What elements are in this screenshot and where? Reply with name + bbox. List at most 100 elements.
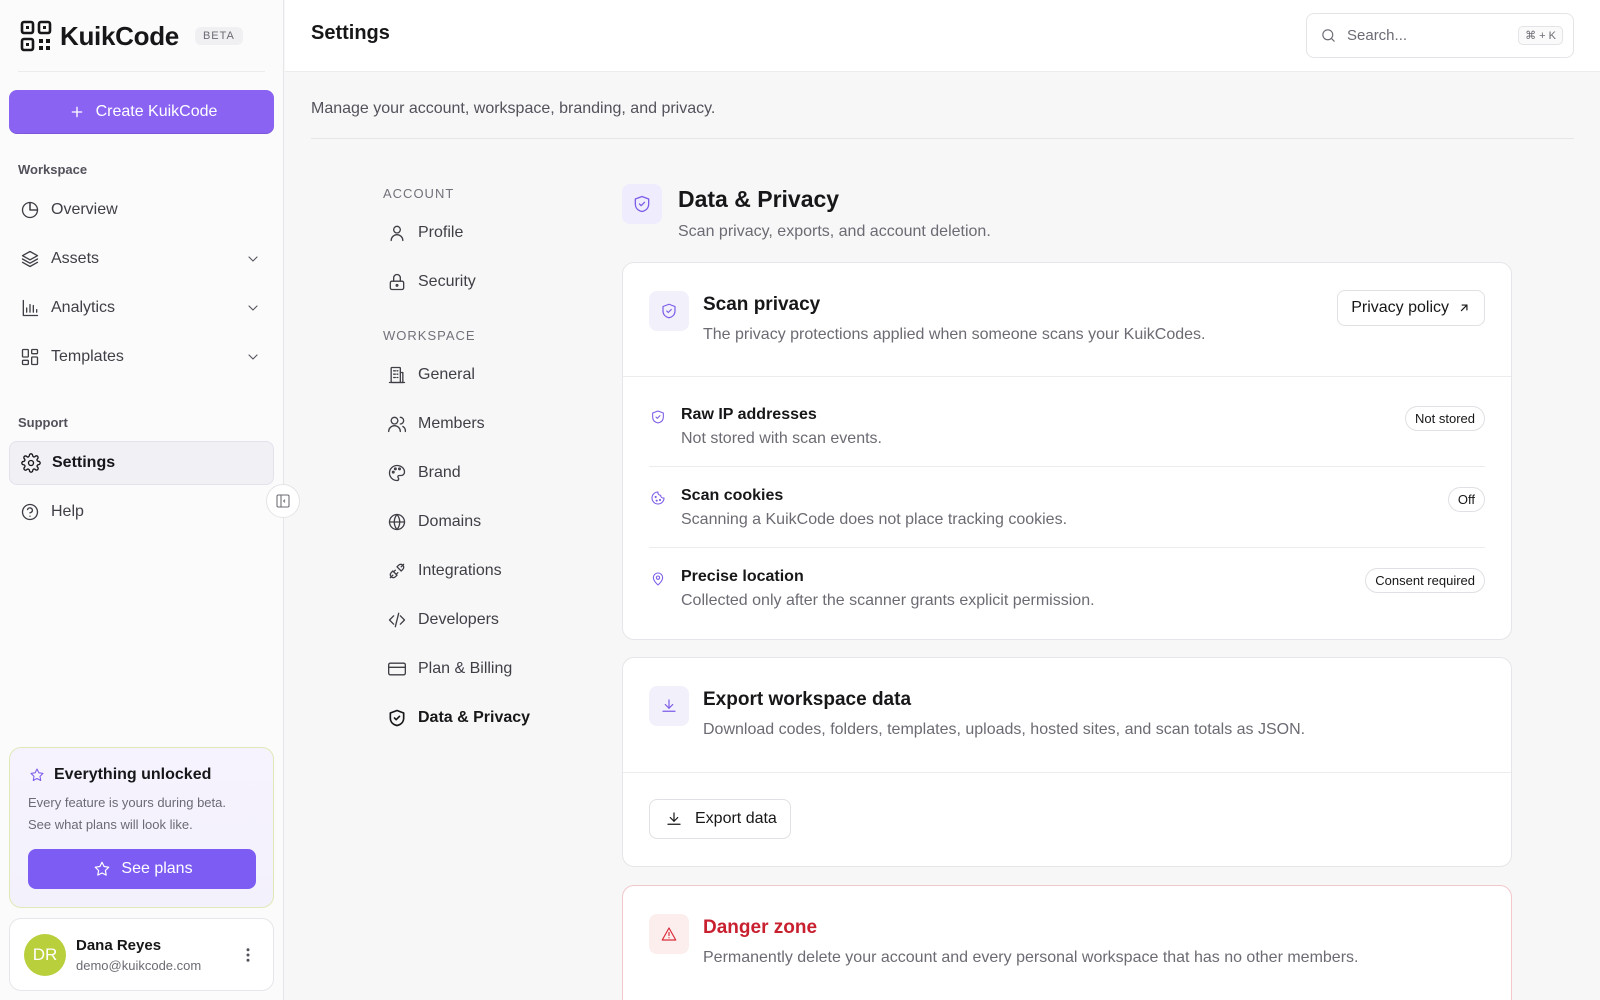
sidebar-item-label: Help: [51, 503, 84, 520]
privacy-row-text: Scan cookies Scanning a KuikCode does no…: [681, 487, 1067, 567]
card-description: Download codes, folders, templates, uplo…: [703, 721, 1306, 738]
search-placeholder: Search...: [1347, 27, 1408, 44]
create-kuikcode-button[interactable]: Create KuikCode: [9, 90, 274, 134]
collapse-sidebar-button[interactable]: [266, 484, 300, 518]
settings-nav-data-privacy[interactable]: Data & Privacy: [386, 702, 530, 734]
main-divider: [311, 138, 1574, 139]
scan-privacy-card: Scan privacy The privacy protections app…: [622, 262, 1512, 640]
sidebar-item-settings[interactable]: Settings: [9, 441, 274, 485]
code-icon: [386, 609, 408, 631]
brand-logo[interactable]: KuikCode BETA: [20, 18, 243, 54]
status-badge: Not stored: [1405, 406, 1485, 431]
sidebar-item-overview[interactable]: Overview: [9, 188, 274, 232]
chevron-down-icon[interactable]: [242, 346, 264, 368]
card-divider: [623, 772, 1511, 773]
promo-line: See what plans will look like.: [28, 817, 193, 832]
export-data-card: Export workspace data Download codes, fo…: [622, 657, 1512, 867]
page-subtitle: Manage your account, workspace, branding…: [311, 100, 716, 117]
settings-nav-label: General: [418, 366, 475, 383]
cookie-icon: [649, 489, 667, 507]
settings-nav-label: Brand: [418, 464, 461, 481]
workspace-nav-section-label: WORKSPACE: [383, 328, 476, 343]
panel-left-icon: [276, 494, 290, 508]
privacy-row-title: Scan cookies: [681, 487, 784, 504]
row-divider: [649, 547, 1485, 548]
section-description: Scan privacy, exports, and account delet…: [678, 223, 991, 240]
privacy-row-description: Not stored with scan events.: [681, 430, 882, 447]
settings-nav-label: Developers: [418, 611, 499, 628]
status-badge: Off: [1447, 487, 1485, 512]
chevron-down-icon[interactable]: [242, 297, 264, 319]
layers-icon: [19, 248, 41, 270]
credit-card-icon: [386, 658, 408, 680]
sidebar-item-label: Overview: [51, 201, 118, 218]
privacy-policy-button[interactable]: Privacy policy: [1337, 290, 1485, 326]
sidebar-item-templates[interactable]: Templates: [9, 335, 274, 379]
sidebar-item-analytics[interactable]: Analytics: [9, 286, 274, 330]
card-header-text: Danger zone Permanently delete your acco…: [703, 914, 1358, 967]
settings-nav-label: Security: [418, 273, 476, 290]
settings-nav-label: Members: [418, 415, 485, 432]
support-section-label: Support: [18, 415, 68, 430]
plug-icon: [386, 560, 408, 582]
download-icon: [649, 686, 689, 726]
help-circle-icon: [19, 501, 41, 523]
privacy-row-description: Scanning a KuikCode does not place track…: [681, 511, 1068, 528]
user-email: demo@kuikcode.com: [76, 957, 202, 973]
search-icon: [1317, 25, 1339, 47]
settings-nav-brand[interactable]: Brand: [386, 457, 461, 489]
privacy-row-title: Raw IP addresses: [681, 406, 817, 423]
settings-nav-label: Data & Privacy: [418, 709, 531, 726]
settings-nav-label: Profile: [418, 224, 464, 241]
settings-nav-profile[interactable]: Profile: [386, 217, 463, 249]
settings-nav-integrations[interactable]: Integrations: [386, 555, 502, 587]
see-plans-button[interactable]: See plans: [28, 849, 256, 889]
search-shortcut: ⌘ + K: [1518, 26, 1563, 45]
workspace-section-label: Workspace: [18, 162, 88, 177]
export-data-label: Export data: [695, 810, 777, 827]
card-title: Scan privacy: [703, 294, 821, 315]
settings-nav-label: Domains: [418, 513, 482, 530]
more-vertical-icon[interactable]: [237, 944, 259, 966]
star-icon: [91, 858, 113, 880]
settings-nav-plan-billing[interactable]: Plan & Billing: [386, 653, 512, 685]
sidebar-item-help[interactable]: Help: [9, 490, 274, 534]
building-icon: [386, 364, 408, 386]
privacy-row-text: Precise location Collected only after th…: [681, 568, 1095, 639]
settings-nav-members[interactable]: Members: [386, 408, 485, 440]
sidebar-divider: [18, 71, 265, 72]
settings-nav-developers[interactable]: Developers: [386, 604, 499, 636]
lock-icon: [386, 271, 408, 293]
danger-zone-card: Danger zone Permanently delete your acco…: [622, 885, 1512, 1000]
shield-check-icon: [386, 707, 408, 729]
privacy-row-text: Raw IP addresses Not stored with scan ev…: [681, 406, 882, 486]
card-header: Scan privacy The privacy protections app…: [623, 263, 1511, 376]
avatar: DR: [24, 933, 66, 976]
promo-title-row: Everything unlocked: [28, 766, 255, 784]
plus-icon: [66, 101, 88, 123]
settings-nav-domains[interactable]: Domains: [386, 506, 481, 538]
page-title: Settings: [311, 22, 390, 44]
promo-title: Everything unlocked: [54, 766, 212, 783]
user-card[interactable]: DR Dana Reyes demo@kuikcode.com: [9, 918, 274, 991]
download-icon: [663, 808, 685, 830]
user-name: Dana Reyes: [76, 936, 162, 954]
promo-line: Every feature is yours during beta.: [28, 795, 226, 810]
globe-icon: [386, 511, 408, 533]
chevron-down-icon[interactable]: [242, 248, 264, 270]
privacy-row-cookies: Scan cookies Scanning a KuikCode does no…: [649, 487, 1485, 567]
sidebar-item-label: Analytics: [51, 299, 116, 316]
export-data-button[interactable]: Export data: [649, 799, 791, 839]
sidebar-item-assets[interactable]: Assets: [9, 237, 274, 281]
settings-nav-security[interactable]: Security: [386, 266, 476, 298]
users-icon: [386, 413, 408, 435]
card-header: Danger zone Permanently delete your acco…: [623, 886, 1511, 967]
settings-nav-general[interactable]: General: [386, 359, 475, 391]
card-title: Export workspace data: [703, 689, 912, 710]
section-header: Data & Privacy Scan privacy, exports, an…: [622, 184, 991, 241]
search-input[interactable]: Search... ⌘ + K: [1306, 13, 1574, 58]
card-header-text: Scan privacy The privacy protections app…: [703, 291, 1206, 376]
create-button-label: Create KuikCode: [95, 103, 218, 120]
card-header-text: Export workspace data Download codes, fo…: [703, 686, 1305, 772]
card-title: Danger zone: [703, 917, 818, 938]
